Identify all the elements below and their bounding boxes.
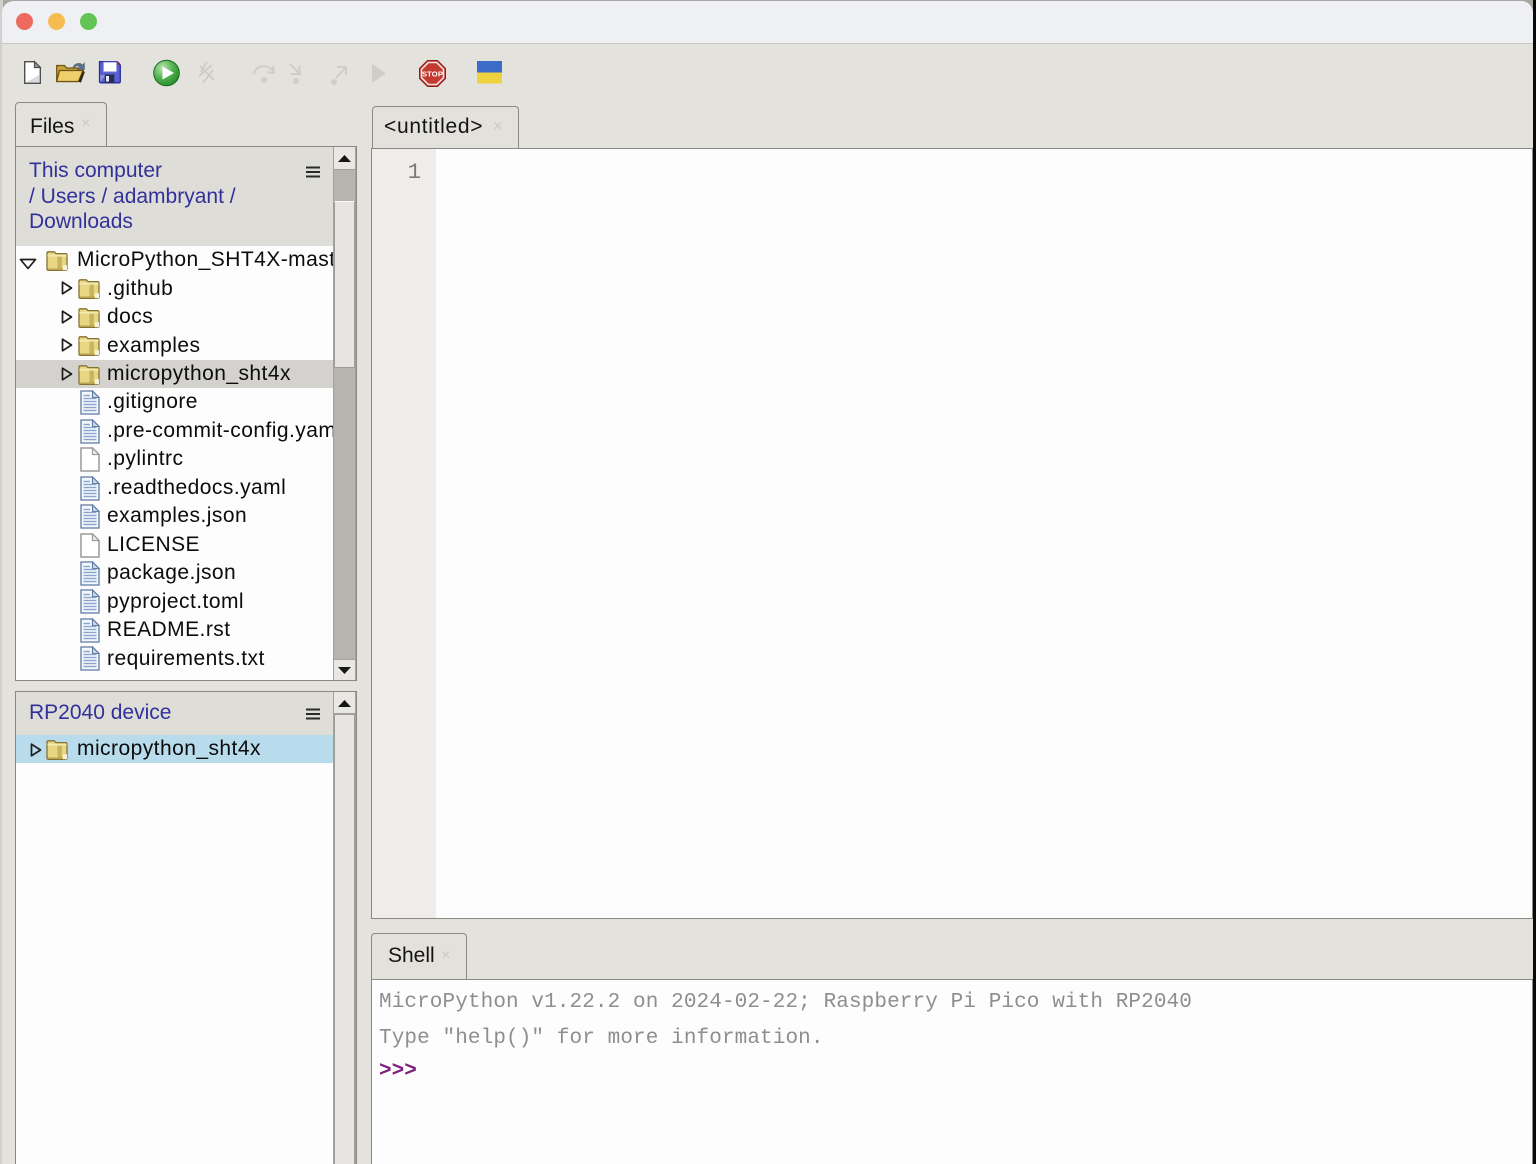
svg-text:STOP: STOP	[422, 70, 443, 79]
